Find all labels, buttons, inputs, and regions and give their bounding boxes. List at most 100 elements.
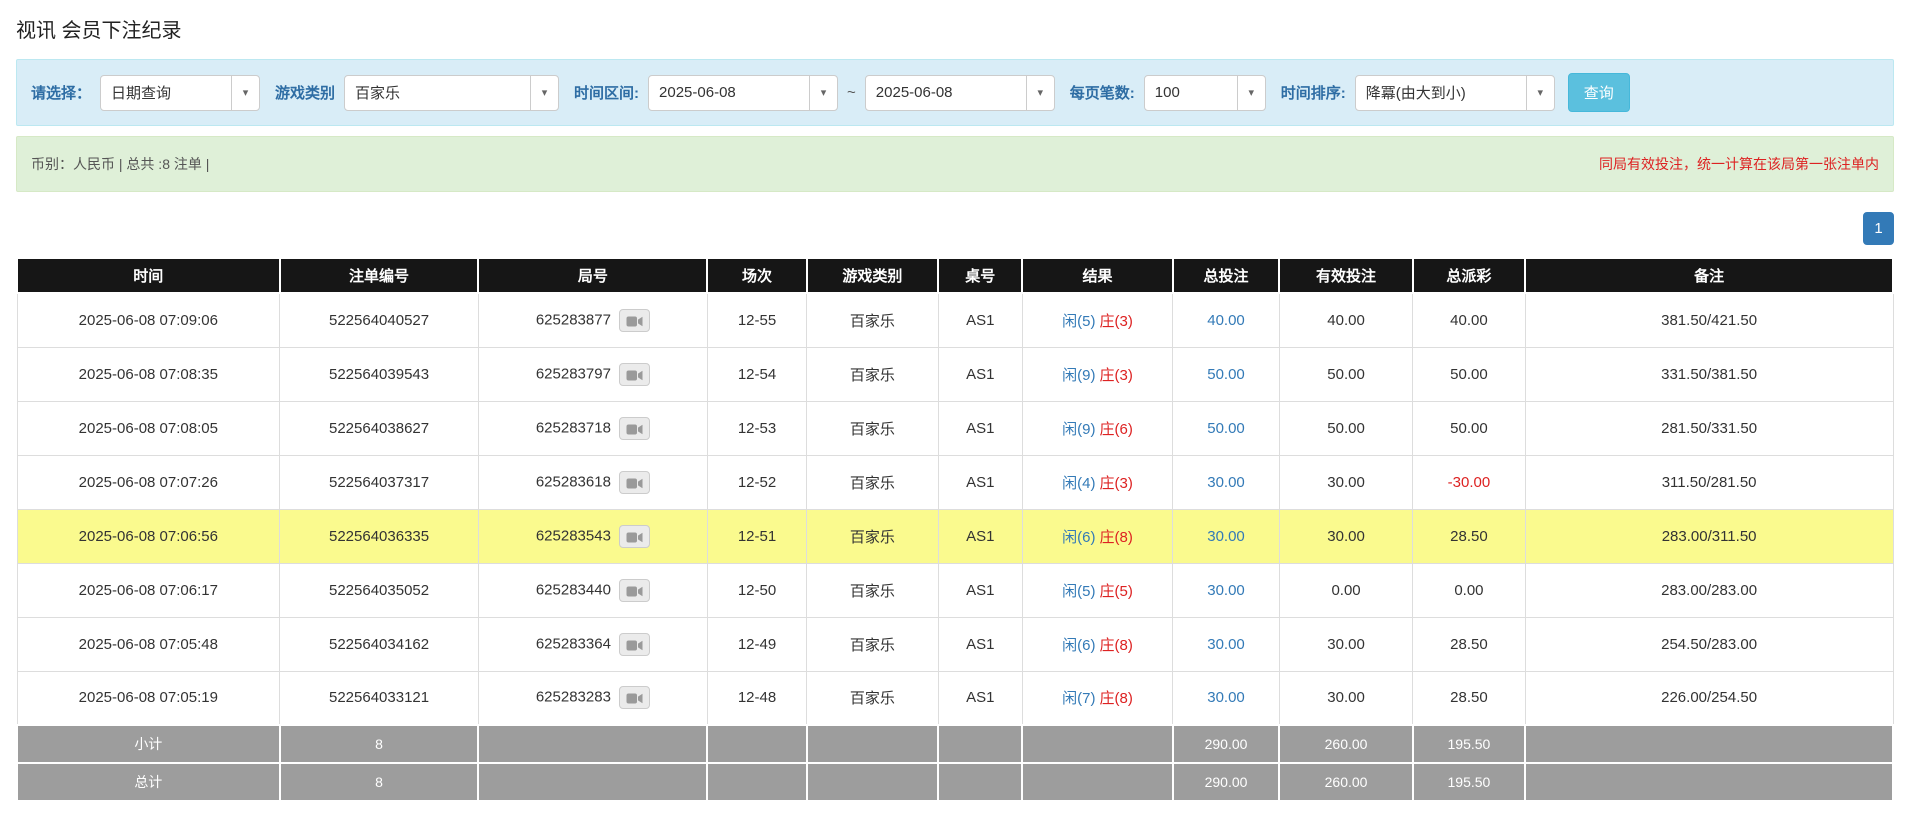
date-to-select[interactable]: 2025-06-08 ▾ xyxy=(865,75,1055,111)
cell-time: 2025-06-08 07:08:05 xyxy=(17,401,280,455)
cell-result: 闲(7) 庄(8) xyxy=(1022,671,1172,725)
total-bet-link[interactable]: 50.00 xyxy=(1207,366,1245,383)
total-bet-link[interactable]: 30.00 xyxy=(1207,528,1245,545)
total-total-bet: 290.00 xyxy=(1173,763,1280,801)
view-video-button[interactable] xyxy=(619,309,650,332)
table-row: 2025-06-08 07:06:17 522564035052 6252834… xyxy=(17,563,1893,617)
cell-time: 2025-06-08 07:05:19 xyxy=(17,671,280,725)
result-banker: 庄(8) xyxy=(1100,529,1133,546)
valid-bet-note: 同局有效投注，统一计算在该局第一张注单内 xyxy=(1599,154,1879,174)
cell-remark: 281.50/331.50 xyxy=(1525,401,1893,455)
cell-total-bet: 30.00 xyxy=(1173,671,1280,725)
cell-game-type: 百家乐 xyxy=(807,563,938,617)
page-button-1[interactable]: 1 xyxy=(1863,212,1894,245)
search-button[interactable]: 查询 xyxy=(1568,73,1630,112)
round-id-value: 625283718 xyxy=(536,419,611,436)
round-id-value: 625283797 xyxy=(536,365,611,382)
total-count: 8 xyxy=(280,763,479,801)
total-bet-link[interactable]: 30.00 xyxy=(1207,636,1245,653)
result-banker: 庄(8) xyxy=(1100,690,1133,707)
bet-table-body: 2025-06-08 07:09:06 522564040527 6252838… xyxy=(17,293,1893,725)
date-from-select[interactable]: 2025-06-08 ▾ xyxy=(648,75,838,111)
chevron-down-icon: ▾ xyxy=(530,76,558,110)
col-header-result: 结果 xyxy=(1022,258,1172,293)
video-icon xyxy=(626,585,643,598)
chevron-down-icon: ▾ xyxy=(1237,76,1265,110)
cell-valid-bet: 30.00 xyxy=(1279,617,1412,671)
cell-session: 12-55 xyxy=(707,293,806,347)
col-header-valid-bet: 有效投注 xyxy=(1279,258,1412,293)
sort-order-select[interactable]: 降冪(由大到小) ▾ xyxy=(1355,75,1555,111)
cell-payout: -30.00 xyxy=(1413,455,1526,509)
grand-total-row: 总计 8 290.00 260.00 195.50 xyxy=(17,763,1893,801)
cell-remark: 283.00/311.50 xyxy=(1525,509,1893,563)
cell-bet-id: 522564040527 xyxy=(280,293,479,347)
cell-session: 12-53 xyxy=(707,401,806,455)
cell-result: 闲(6)庄(8) xyxy=(1022,617,1172,671)
total-bet-link[interactable]: 30.00 xyxy=(1207,582,1245,599)
cell-table-no: AS1 xyxy=(938,509,1022,563)
round-id-value: 625283877 xyxy=(536,311,611,328)
total-valid-bet: 260.00 xyxy=(1279,763,1412,801)
cell-valid-bet: 30.00 xyxy=(1279,509,1412,563)
result-player: 闲(9) xyxy=(1062,421,1095,438)
cell-payout: 28.50 xyxy=(1413,509,1526,563)
result-player: 闲(7) xyxy=(1062,690,1095,707)
query-type-select[interactable]: 日期查询 ▾ xyxy=(100,75,260,111)
cell-session: 12-54 xyxy=(707,347,806,401)
cell-session: 12-52 xyxy=(707,455,806,509)
page-root: 视讯 会员下注纪录 请选择： 日期查询 ▾ 游戏类别 百家乐 ▾ 时间区间: 2… xyxy=(0,0,1910,819)
cell-game-type: 百家乐 xyxy=(807,293,938,347)
cell-time: 2025-06-08 07:06:56 xyxy=(17,509,280,563)
col-header-bet-id: 注单编号 xyxy=(280,258,479,293)
view-video-button[interactable] xyxy=(619,363,650,386)
table-row: 2025-06-08 07:08:05 522564038627 6252837… xyxy=(17,401,1893,455)
cell-empty xyxy=(807,763,938,801)
video-icon xyxy=(626,692,643,705)
table-row: 2025-06-08 07:08:35 522564039543 6252837… xyxy=(17,347,1893,401)
cell-valid-bet: 30.00 xyxy=(1279,671,1412,725)
total-bet-link[interactable]: 50.00 xyxy=(1207,420,1245,437)
view-video-button[interactable] xyxy=(619,525,650,548)
total-bet-link[interactable]: 30.00 xyxy=(1207,474,1245,491)
cell-bet-id: 522564033121 xyxy=(280,671,479,725)
cell-round-id: 625283718 xyxy=(478,401,707,455)
page-size-select[interactable]: 100 ▾ xyxy=(1144,75,1266,111)
cell-payout: 28.50 xyxy=(1413,671,1526,725)
view-video-button[interactable] xyxy=(619,686,650,709)
cell-empty xyxy=(478,725,707,763)
date-range-label: 时间区间: xyxy=(574,82,639,103)
table-header-row: 时间 注单编号 局号 场次 游戏类别 桌号 结果 总投注 有效投注 总派彩 备注 xyxy=(17,258,1893,293)
col-header-session: 场次 xyxy=(707,258,806,293)
view-video-button[interactable] xyxy=(619,633,650,656)
cell-bet-id: 522564035052 xyxy=(280,563,479,617)
cell-empty xyxy=(707,763,806,801)
cell-session: 12-50 xyxy=(707,563,806,617)
cell-valid-bet: 50.00 xyxy=(1279,401,1412,455)
cell-total-bet: 50.00 xyxy=(1173,401,1280,455)
cell-empty xyxy=(1525,725,1893,763)
cell-time: 2025-06-08 07:07:26 xyxy=(17,455,280,509)
cell-payout: 50.00 xyxy=(1413,347,1526,401)
cell-table-no: AS1 xyxy=(938,401,1022,455)
cell-result: 闲(4)庄(3) xyxy=(1022,455,1172,509)
game-type-select[interactable]: 百家乐 ▾ xyxy=(344,75,559,111)
view-video-button[interactable] xyxy=(619,471,650,494)
cell-result: 闲(5)庄(3) xyxy=(1022,293,1172,347)
view-video-button[interactable] xyxy=(619,579,650,602)
chevron-down-icon: ▾ xyxy=(231,76,259,110)
subtotal-total-bet: 290.00 xyxy=(1173,725,1280,763)
cell-round-id: 625283618 xyxy=(478,455,707,509)
video-icon xyxy=(626,423,643,436)
total-bet-link[interactable]: 40.00 xyxy=(1207,312,1245,329)
cell-valid-bet: 30.00 xyxy=(1279,455,1412,509)
view-video-button[interactable] xyxy=(619,417,650,440)
cell-empty xyxy=(1022,763,1172,801)
total-bet-link[interactable]: 30.00 xyxy=(1207,689,1245,706)
cell-round-id: 625283543 xyxy=(478,509,707,563)
cell-session: 12-49 xyxy=(707,617,806,671)
cell-bet-id: 522564038627 xyxy=(280,401,479,455)
result-player: 闲(6) xyxy=(1062,637,1095,654)
video-icon xyxy=(626,369,643,382)
chevron-down-icon: ▾ xyxy=(809,76,837,110)
